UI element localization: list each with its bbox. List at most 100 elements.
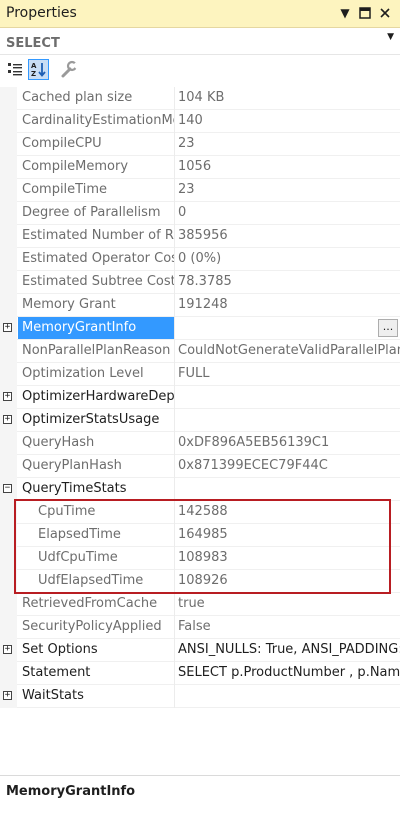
property-value[interactable]: 140 <box>178 110 400 132</box>
column-separator <box>174 340 175 363</box>
property-value[interactable]: 104 KB <box>178 87 400 109</box>
expand-icon[interactable]: + <box>3 415 12 424</box>
expand-icon[interactable]: + <box>3 645 12 654</box>
property-value[interactable] <box>178 317 400 339</box>
property-row[interactable]: RetrievedFromCache true <box>0 593 400 616</box>
property-value[interactable]: 191248 <box>178 294 400 316</box>
property-name[interactable]: QueryHash <box>22 432 174 454</box>
property-name[interactable]: WaitStats <box>22 685 174 707</box>
property-row[interactable]: Degree of Parallelism 0 <box>0 202 400 225</box>
property-name[interactable]: Set Options <box>22 639 174 661</box>
property-value[interactable]: 385956 <box>178 225 400 247</box>
property-name[interactable]: SecurityPolicyApplied <box>22 616 174 638</box>
property-row[interactable]: + WaitStats <box>0 685 400 708</box>
property-value[interactable] <box>178 478 400 500</box>
row-gutter <box>0 225 17 248</box>
chevron-down-icon[interactable]: ▼ <box>387 32 394 42</box>
property-value[interactable]: FULL <box>178 363 400 385</box>
property-row[interactable]: CompileTime 23 <box>0 179 400 202</box>
property-value[interactable]: CouldNotGenerateValidParallelPlan <box>178 340 400 362</box>
column-separator <box>174 685 175 708</box>
property-name[interactable]: Statement <box>22 662 174 684</box>
property-name[interactable]: CardinalityEstimationModelVersion <box>22 110 174 132</box>
description-title: MemoryGrantInfo <box>6 784 136 799</box>
property-value[interactable]: true <box>178 593 400 615</box>
ellipsis-button[interactable]: ... <box>378 319 398 337</box>
property-row[interactable]: Estimated Number of Rows385956 <box>0 225 400 248</box>
property-value[interactable]: 0x871399ECEC79F44C <box>178 455 400 477</box>
property-name[interactable]: MemoryGrantInfo <box>18 317 174 339</box>
svg-text:Z: Z <box>31 70 36 78</box>
property-row[interactable]: + MemoryGrantInfo... <box>0 317 400 340</box>
property-row[interactable]: + OptimizerHardwareDependentProperties <box>0 386 400 409</box>
property-name[interactable]: Degree of Parallelism <box>22 202 174 224</box>
close-icon[interactable] <box>376 3 394 23</box>
property-row[interactable]: CompileMemory 1056 <box>0 156 400 179</box>
expand-icon[interactable]: + <box>3 691 12 700</box>
property-value[interactable] <box>178 685 400 707</box>
property-name[interactable]: QueryTimeStats <box>22 478 174 500</box>
property-row[interactable]: Estimated Operator Cost 0 (0%) <box>0 248 400 271</box>
property-value[interactable]: 78.3785 <box>178 271 400 293</box>
property-value[interactable]: 23 <box>178 133 400 155</box>
row-gutter <box>0 87 17 110</box>
alphabetical-sort-icon[interactable]: A Z <box>28 59 49 80</box>
property-row[interactable]: Statement SELECT p.ProductNumber , p.Name <box>0 662 400 685</box>
wrench-icon[interactable] <box>58 59 80 80</box>
property-name[interactable]: CompileCPU <box>22 133 174 155</box>
property-row[interactable]: − QueryTimeStats <box>0 478 400 501</box>
property-value[interactable]: 0 <box>178 202 400 224</box>
property-value[interactable]: ANSI_NULLS: True, ANSI_PADDING: True <box>178 639 400 661</box>
expand-icon[interactable]: + <box>3 392 12 401</box>
property-row[interactable]: CardinalityEstimationModelVersion140 <box>0 110 400 133</box>
maximize-icon[interactable] <box>356 3 374 23</box>
property-value[interactable]: 0xDF896A5EB56139C1 <box>178 432 400 454</box>
property-row[interactable]: NonParallelPlanReason CouldNotGenerateVal… <box>0 340 400 363</box>
property-name[interactable]: CompileTime <box>22 179 174 201</box>
property-row[interactable]: + Set Options ANSI_NULLS: True, ANSI_PADDI… <box>0 639 400 662</box>
property-name[interactable]: OptimizerStatsUsage <box>22 409 174 431</box>
column-separator <box>174 317 175 340</box>
object-selector[interactable]: SELECT ▼ <box>0 28 400 55</box>
property-row[interactable]: SecurityPolicyApplied False <box>0 616 400 639</box>
chevron-down-icon[interactable]: ▼ <box>336 3 354 23</box>
property-name[interactable]: RetrievedFromCache <box>22 593 174 615</box>
property-value[interactable] <box>178 409 400 431</box>
property-value[interactable]: 23 <box>178 179 400 201</box>
property-name[interactable]: Estimated Number of Rows <box>22 225 174 247</box>
row-gutter <box>0 593 17 616</box>
property-name[interactable]: Optimization Level <box>22 363 174 385</box>
row-gutter <box>0 248 17 271</box>
column-separator <box>174 616 175 639</box>
property-row[interactable]: Memory Grant 191248 <box>0 294 400 317</box>
collapse-icon[interactable]: − <box>3 484 12 493</box>
property-name[interactable]: NonParallelPlanReason <box>22 340 174 362</box>
property-name[interactable]: Memory Grant <box>22 294 174 316</box>
svg-text:A: A <box>31 62 37 70</box>
property-name[interactable]: Estimated Subtree Cost <box>22 271 174 293</box>
property-row[interactable]: Estimated Subtree Cost 78.3785 <box>0 271 400 294</box>
property-name[interactable]: OptimizerHardwareDependentProperties <box>22 386 174 408</box>
row-gutter <box>0 662 17 685</box>
property-value[interactable]: SELECT p.ProductNumber , p.Name <box>178 662 400 684</box>
property-row[interactable]: QueryPlanHash 0x871399ECEC79F44C <box>0 455 400 478</box>
property-name[interactable]: QueryPlanHash <box>22 455 174 477</box>
property-row[interactable]: Optimization Level FULL <box>0 363 400 386</box>
property-row[interactable]: CompileCPU 23 <box>0 133 400 156</box>
column-separator <box>174 639 175 662</box>
column-separator <box>174 432 175 455</box>
property-name[interactable]: CompileMemory <box>22 156 174 178</box>
categorized-icon[interactable] <box>5 59 26 80</box>
property-value[interactable]: False <box>178 616 400 638</box>
property-value[interactable]: 1056 <box>178 156 400 178</box>
row-gutter <box>0 616 17 639</box>
property-value[interactable]: 0 (0%) <box>178 248 400 270</box>
property-name[interactable]: Estimated Operator Cost <box>22 248 174 270</box>
property-row[interactable]: QueryHash 0xDF896A5EB56139C1 <box>0 432 400 455</box>
property-row[interactable]: Cached plan size 104 KB <box>0 87 400 110</box>
row-gutter <box>0 202 17 225</box>
property-row[interactable]: + OptimizerStatsUsage <box>0 409 400 432</box>
property-value[interactable] <box>178 386 400 408</box>
property-name[interactable]: Cached plan size <box>22 87 174 109</box>
expand-icon[interactable]: + <box>3 323 12 332</box>
